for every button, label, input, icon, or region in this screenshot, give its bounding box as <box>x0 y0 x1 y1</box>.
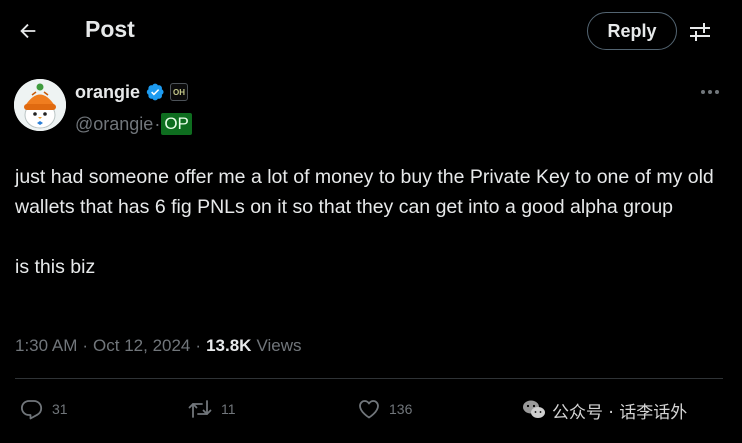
orange-hat-duck-avatar <box>14 79 66 131</box>
tweet-text: just had someone offer me a lot of money… <box>15 166 714 278</box>
meta-separator: · <box>82 336 89 355</box>
top-bar: Post Reply <box>0 0 742 62</box>
reply-action[interactable]: 31 <box>20 395 68 423</box>
tweet-time[interactable]: 1:30 AM <box>15 336 77 356</box>
repost-icon <box>188 400 212 418</box>
repost-action[interactable]: 11 <box>187 395 236 423</box>
op-tag: OP <box>161 113 192 135</box>
handle[interactable]: @orangie <box>75 114 153 135</box>
display-name[interactable]: orangie <box>75 82 140 103</box>
repost-count: 11 <box>221 401 236 417</box>
reply-count: 31 <box>52 401 68 417</box>
more-options-button[interactable] <box>697 82 723 102</box>
meta-separator-2: · <box>195 336 202 355</box>
wechat-icon <box>523 400 545 418</box>
avatar[interactable] <box>14 79 66 131</box>
like-action[interactable]: 136 <box>357 395 412 423</box>
divider <box>15 378 723 379</box>
reply-icon <box>21 400 43 420</box>
reply-button[interactable]: Reply <box>587 12 677 50</box>
watermark: 公众号 · 话李话外 <box>522 398 688 423</box>
sliders-icon <box>690 23 710 41</box>
arrow-left-icon <box>20 23 36 39</box>
settings-button[interactable] <box>686 18 714 46</box>
author-name-row: orangie OH <box>75 80 189 104</box>
affiliate-badge[interactable]: OH <box>170 83 189 101</box>
verified-badge-icon <box>146 83 164 101</box>
page-title: Post <box>85 16 135 42</box>
tweet-meta: 1:30 AM · Oct 12, 2024 · 13.8K Views <box>15 334 301 358</box>
watermark-text: 公众号 · 话李话外 <box>552 402 688 423</box>
handle-separator: · <box>154 113 161 134</box>
tweet-date[interactable]: Oct 12, 2024 <box>93 336 190 356</box>
views-label: Views <box>256 336 302 355</box>
views-count: 13.8K <box>206 336 252 355</box>
heart-icon <box>359 400 379 419</box>
like-count: 136 <box>389 401 413 417</box>
back-button[interactable] <box>14 14 42 48</box>
author-handle-row: @orangie · OP <box>75 112 192 136</box>
more-dots-icon <box>701 90 719 94</box>
